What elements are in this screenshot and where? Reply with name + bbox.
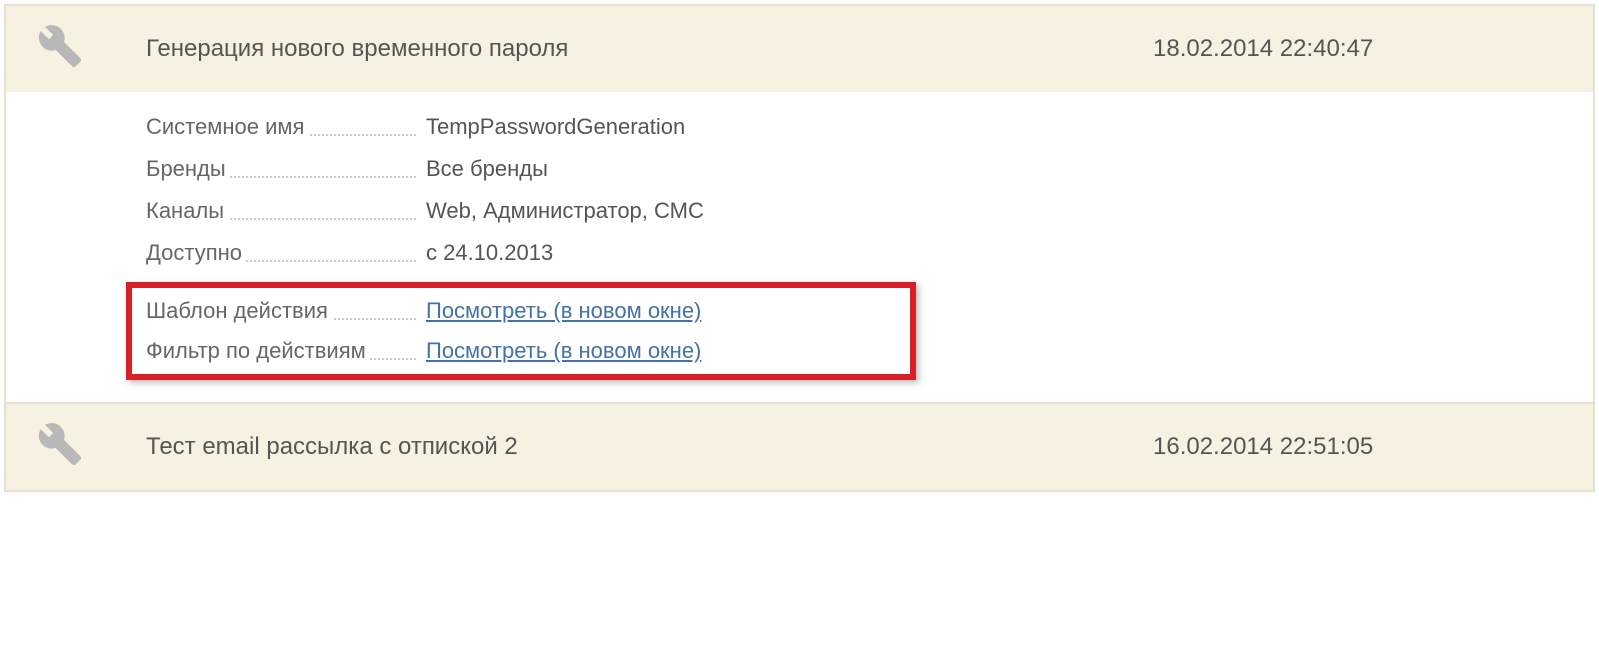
item-details-panel: Системное имя TempPasswordGeneration Бре… bbox=[6, 92, 1593, 402]
detail-row-action-template: Шаблон действия Посмотреть (в новом окне… bbox=[146, 298, 896, 324]
detail-label: Каналы bbox=[146, 198, 426, 224]
items-list: Генерация нового временного пароля 18.02… bbox=[4, 4, 1595, 492]
wrench-icon bbox=[38, 422, 82, 472]
wrench-icon bbox=[38, 24, 82, 74]
detail-row-brands: Бренды Все бренды bbox=[146, 156, 1593, 182]
detail-row-channels: Каналы Web, Администратор, СМС bbox=[146, 198, 1593, 224]
item-icon-cell bbox=[26, 422, 146, 472]
item-title: Генерация нового временного пароля bbox=[146, 35, 1153, 63]
detail-row-available: Доступно с 24.10.2013 bbox=[146, 240, 1593, 266]
detail-row-system-name: Системное имя TempPasswordGeneration bbox=[146, 114, 1593, 140]
detail-value: с 24.10.2013 bbox=[426, 240, 553, 266]
detail-label: Шаблон действия bbox=[146, 298, 426, 324]
action-template-link[interactable]: Посмотреть (в новом окне) bbox=[426, 298, 701, 323]
item-row[interactable]: Тест email рассылка с отпиской 2 16.02.2… bbox=[6, 402, 1593, 490]
detail-value: TempPasswordGeneration bbox=[426, 114, 685, 140]
item-title: Тест email рассылка с отпиской 2 bbox=[146, 433, 1153, 461]
detail-label: Системное имя bbox=[146, 114, 426, 140]
detail-label: Доступно bbox=[146, 240, 426, 266]
item-date: 16.02.2014 22:51:05 bbox=[1153, 433, 1573, 461]
detail-row-action-filter: Фильтр по действиям Посмотреть (в новом … bbox=[146, 338, 896, 364]
item-date: 18.02.2014 22:40:47 bbox=[1153, 35, 1573, 63]
action-filter-link[interactable]: Посмотреть (в новом окне) bbox=[426, 338, 701, 363]
detail-label: Фильтр по действиям bbox=[146, 338, 426, 364]
highlight-box: Шаблон действия Посмотреть (в новом окне… bbox=[126, 282, 916, 380]
item-icon-cell bbox=[26, 24, 146, 74]
detail-label: Бренды bbox=[146, 156, 426, 182]
item-row[interactable]: Генерация нового временного пароля 18.02… bbox=[6, 6, 1593, 92]
detail-value: Все бренды bbox=[426, 156, 548, 182]
detail-value: Web, Администратор, СМС bbox=[426, 198, 704, 224]
